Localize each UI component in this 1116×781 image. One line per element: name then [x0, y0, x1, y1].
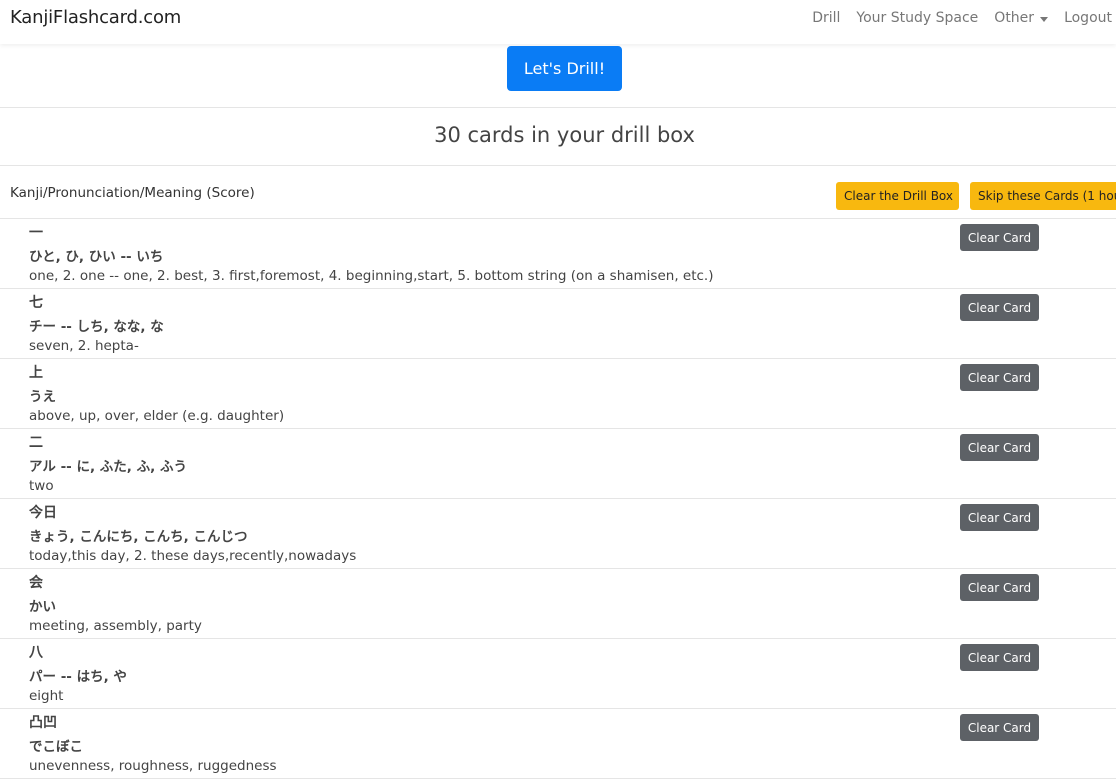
card-row: 七 チー -- しち, なな, な seven, 2. hepta- Clear…	[0, 288, 1116, 358]
nav-other-dropdown[interactable]: Other	[994, 10, 1049, 26]
card-row: 会 かい meeting, assembly, party Clear Card	[0, 568, 1116, 638]
card-reading: でこぼこ	[29, 739, 83, 755]
chevron-down-icon	[1040, 16, 1049, 22]
card-kanji: 二	[29, 435, 43, 451]
card-kanji: 今日	[29, 505, 57, 521]
clear-card-button[interactable]: Clear Card	[960, 364, 1039, 391]
card-kanji: 上	[29, 365, 43, 381]
card-reading: かい	[29, 599, 56, 615]
clear-card-button[interactable]: Clear Card	[960, 714, 1039, 741]
card-reading: アル -- に, ふた, ふ, ふう	[29, 459, 187, 475]
clear-card-button[interactable]: Clear Card	[960, 644, 1039, 671]
card-meaning: meeting, assembly, party	[29, 618, 202, 634]
brand-logo-link[interactable]: KanjiFlashcard.com	[10, 7, 181, 28]
card-reading: チー -- しち, なな, な	[29, 319, 164, 335]
drill-box-count-heading: 30 cards in your drill box	[434, 123, 695, 147]
nav-study-space-link[interactable]: Your Study Space	[856, 10, 978, 26]
card-meaning: today,this day, 2. these days,recently,n…	[29, 548, 357, 564]
card-meaning: one, 2. one -- one, 2. best, 3. first,fo…	[29, 268, 714, 284]
card-row: 八 パー -- はち, や eight Clear Card	[0, 638, 1116, 708]
card-meaning: two	[29, 478, 54, 494]
card-kanji: 一	[29, 225, 43, 241]
navbar: KanjiFlashcard.com Drill Your Study Spac…	[0, 0, 1116, 44]
skip-cards-button[interactable]: Skip these Cards (1 hour	[970, 182, 1116, 210]
nav-links: Drill Your Study Space Other Logout	[796, 10, 1112, 26]
clear-card-button[interactable]: Clear Card	[960, 504, 1039, 531]
card-row: 今日 きょう, こんにち, こんち, こんじつ today,this day, …	[0, 498, 1116, 568]
card-kanji: 八	[29, 645, 43, 661]
clear-card-button[interactable]: Clear Card	[960, 434, 1039, 461]
card-kanji: 会	[29, 575, 43, 591]
nav-drill-link[interactable]: Drill	[812, 10, 840, 26]
card-reading: うえ	[29, 389, 56, 405]
clear-card-button[interactable]: Clear Card	[960, 574, 1039, 601]
card-row: 一 ひと, ひ, ひい -- いち one, 2. one -- one, 2.…	[0, 218, 1116, 288]
card-row: 二 アル -- に, ふた, ふ, ふう two Clear Card	[0, 428, 1116, 498]
card-kanji: 凸凹	[29, 715, 57, 731]
card-list: 一 ひと, ひ, ひい -- いち one, 2. one -- one, 2.…	[0, 218, 1116, 779]
nav-logout-link[interactable]: Logout	[1064, 10, 1112, 26]
divider	[0, 107, 1116, 108]
list-column-header: Kanji/Pronunciation/Meaning (Score)	[10, 185, 255, 201]
card-reading: ひと, ひ, ひい -- いち	[29, 249, 164, 265]
card-meaning: seven, 2. hepta-	[29, 338, 139, 354]
card-meaning: above, up, over, elder (e.g. daughter)	[29, 408, 285, 424]
lets-drill-button[interactable]: Let's Drill!	[507, 46, 622, 91]
nav-other-label: Other	[994, 10, 1035, 26]
clear-card-button[interactable]: Clear Card	[960, 294, 1039, 321]
card-kanji: 七	[29, 295, 43, 311]
divider	[0, 165, 1116, 166]
card-meaning: eight	[29, 688, 64, 704]
card-meaning: unevenness, roughness, ruggedness	[29, 758, 277, 774]
card-reading: パー -- はち, や	[29, 669, 127, 685]
clear-drill-box-button[interactable]: Clear the Drill Box	[836, 182, 959, 210]
clear-card-button[interactable]: Clear Card	[960, 224, 1039, 251]
card-row: 上 うえ above, up, over, elder (e.g. daught…	[0, 358, 1116, 428]
card-row: 凸凹 でこぼこ unevenness, roughness, ruggednes…	[0, 708, 1116, 779]
card-reading: きょう, こんにち, こんち, こんじつ	[29, 529, 248, 545]
